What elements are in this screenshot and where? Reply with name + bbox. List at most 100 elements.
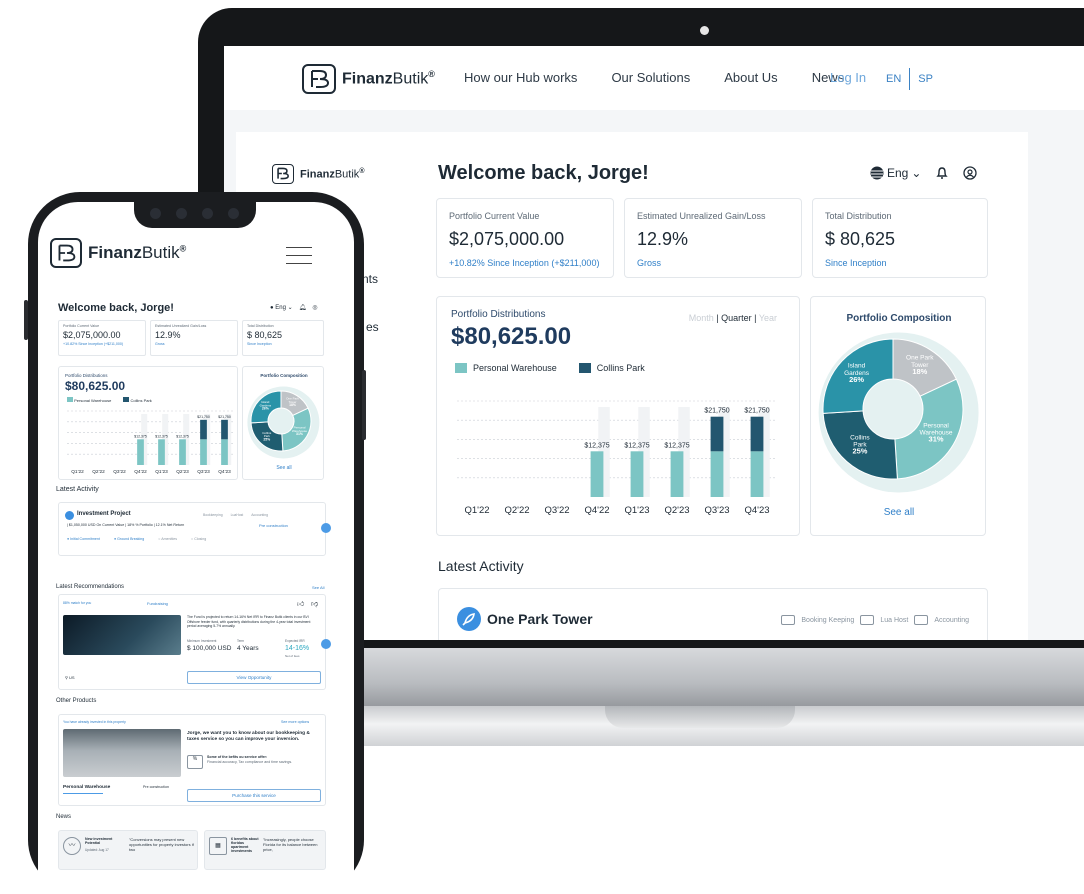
step-initial: ● Initial Commitment: [67, 537, 100, 541]
x-tick-label: Q3'23: [704, 505, 729, 516]
next-arrow-button[interactable]: [321, 639, 331, 649]
recommendations-see-all[interactable]: See All: [312, 585, 324, 590]
welcome-heading: Welcome back, Jorge!: [438, 162, 649, 184]
bar-data-label: $12,375: [176, 434, 189, 438]
purchase-service-button[interactable]: Purchase this service: [187, 789, 321, 802]
service-headline: Jorge, we want you to know about our boo…: [187, 731, 310, 743]
x-tick-label: Q4'22: [584, 505, 609, 516]
distributions-bar-chart: Q1'22 Q2'22 Q3'22 $12,375 Q4'22 $12,375 Q1'23 $…: [457, 400, 777, 516]
phone-other-products-card[interactable]: You have already invested in this proper…: [58, 714, 326, 806]
phone-composition-card: Portfolio Composition One Park Tower 18% Pe…: [242, 366, 324, 480]
bar-segment: [179, 439, 186, 465]
dashboard-logo[interactable]: FinanzButik®: [272, 164, 364, 184]
us-flag-icon: [870, 166, 884, 180]
phone-side-button: [24, 300, 28, 340]
nav-how-hub-works[interactable]: How our Hub works: [464, 70, 577, 85]
language-selector[interactable]: Eng ⌄: [870, 166, 921, 180]
bar-segment: [630, 451, 644, 497]
sidebar-item-partial[interactable]: es: [366, 320, 379, 334]
project-stats: | $1,050,000 USD On Current Value | 18% …: [67, 523, 185, 527]
user-profile-icon[interactable]: [963, 166, 978, 180]
x-tick-label: Q3'22: [113, 469, 126, 475]
phone-welcome-heading: Welcome back, Jorge!: [58, 302, 174, 314]
bar-segment: [200, 439, 207, 465]
term-value: 4 Years: [237, 645, 259, 652]
fund-photo: [63, 615, 181, 655]
phone-sensor: [202, 208, 213, 219]
bell-icon[interactable]: 🔔︎: [299, 304, 307, 311]
thumbs-up-icon[interactable]: 👍︎: [297, 599, 304, 608]
next-arrow-button[interactable]: [321, 523, 331, 533]
chart-trend-icon: 〰: [63, 837, 81, 855]
user-profile-icon[interactable]: ◎: [312, 304, 317, 311]
phone-brand: FinanzButik®: [88, 243, 187, 262]
slice-value: 18%: [912, 367, 927, 376]
x-tick-label: Q2'23: [176, 469, 189, 475]
x-tick-label: Q2'22: [504, 505, 529, 516]
phone-composition-title: Portfolio Composition: [260, 373, 308, 378]
bar-segment: [137, 439, 144, 465]
lang-sp[interactable]: SP: [918, 73, 933, 85]
site-logo[interactable]: FinanzButik®: [302, 64, 435, 94]
property-name: Personal Warehouse: [63, 785, 111, 790]
irr-sub: Net of fees: [285, 654, 300, 658]
hamburger-menu-icon[interactable]: [286, 240, 312, 271]
bar-segment: [750, 416, 764, 452]
composition-card: Portfolio Composition One Park Tower 18% Pe…: [810, 296, 986, 536]
x-tick-label: Q2'22: [92, 469, 105, 475]
x-tick-label: Q2'23: [664, 505, 689, 516]
activity-card[interactable]: One Park Tower Booking Keeping Lua Host …: [438, 588, 988, 640]
bell-icon[interactable]: [935, 166, 949, 180]
tax-service-icon: %: [187, 755, 203, 769]
lang-en[interactable]: EN: [886, 73, 901, 85]
news-card[interactable]: ▦ 6 benefits about floridas apartment in…: [204, 830, 326, 870]
login-link[interactable]: Log In: [830, 70, 866, 85]
news-card[interactable]: 〰 New investment Potential Updated: Aug …: [58, 830, 198, 870]
warehouse-photo: [63, 729, 181, 777]
nav-about-us[interactable]: About Us: [724, 70, 777, 85]
step-closing: ○ Closing: [191, 537, 207, 541]
phone-language-selector[interactable]: ● Eng ⌄: [270, 304, 293, 311]
lang-divider: [909, 68, 911, 90]
bar-segment: [200, 419, 207, 440]
see-more-options[interactable]: See more options: [281, 720, 309, 724]
service-tags: Booking Keeping Lua Host Accounting: [781, 615, 969, 625]
kpi-unrealized-gain: Estimated Unrealized Gain/Loss 12.9% Gro…: [624, 198, 802, 278]
phone-news-heading: News: [56, 814, 72, 820]
phone-sensor: [228, 208, 239, 219]
logo-mark-icon: [50, 238, 82, 268]
sidebar-item-partial[interactable]: nts: [362, 272, 378, 286]
logo-mark-icon: [302, 64, 336, 94]
phone-recommendations-heading: Latest Recommendations: [56, 584, 125, 590]
kpi-total-distribution: Total Distribution $ 80,625 Since Incept…: [812, 198, 988, 278]
news-title: New investment Potential: [85, 837, 113, 845]
phone-kpi-portfolio-value: Portfolio Current Value $2,075,000.00 +10.…: [58, 320, 146, 356]
phone-screen: FinanzButik® Welcome back, Jorge! ● Eng …: [38, 202, 354, 892]
x-tick-label: Q3'22: [544, 505, 569, 516]
slice-value: 26%: [849, 375, 864, 384]
slice-value: 31%: [929, 435, 944, 444]
building-icon: ▦: [209, 837, 227, 855]
logo-mark-icon: [272, 164, 294, 184]
nav-our-solutions[interactable]: Our Solutions: [611, 70, 690, 85]
phone-logo[interactable]: FinanzButik®: [50, 238, 186, 268]
bar-segment: [710, 416, 724, 452]
x-tick-label: Q1'22: [71, 469, 84, 475]
kpi-portfolio-value: Portfolio Current Value $2,075,000.00 +1…: [436, 198, 614, 278]
benefits-list: Financial accuracy, Tax compliance and t…: [207, 760, 293, 764]
phone-side-button: [362, 370, 366, 440]
phone-project-card[interactable]: Investment Project Bookkeeping LuaHost Acc…: [58, 502, 331, 556]
header-actions: Eng ⌄: [870, 166, 978, 180]
composition-see-all[interactable]: See all: [811, 507, 987, 518]
slice-label: One Park: [906, 355, 934, 362]
bar-data-label: $12,375: [584, 442, 609, 449]
phone-header-actions: ● Eng ⌄ 🔔︎ ◎: [270, 304, 318, 311]
slice-label: Collins: [850, 434, 870, 441]
thumbs-down-icon[interactable]: 👎︎: [311, 599, 318, 608]
phone-composition-see-all[interactable]: See all: [243, 465, 325, 471]
location: ⚲ US: [65, 675, 75, 680]
project-steps: ● Initial Commitment ● Ground Breaking ○…: [67, 537, 206, 541]
phone-recommendation-card[interactable]: 88% match for you Fundraising 👍︎ 👎︎ The …: [58, 594, 331, 690]
view-opportunity-button[interactable]: View Opportunity: [187, 671, 321, 684]
tag-label: Accounting: [934, 616, 969, 624]
